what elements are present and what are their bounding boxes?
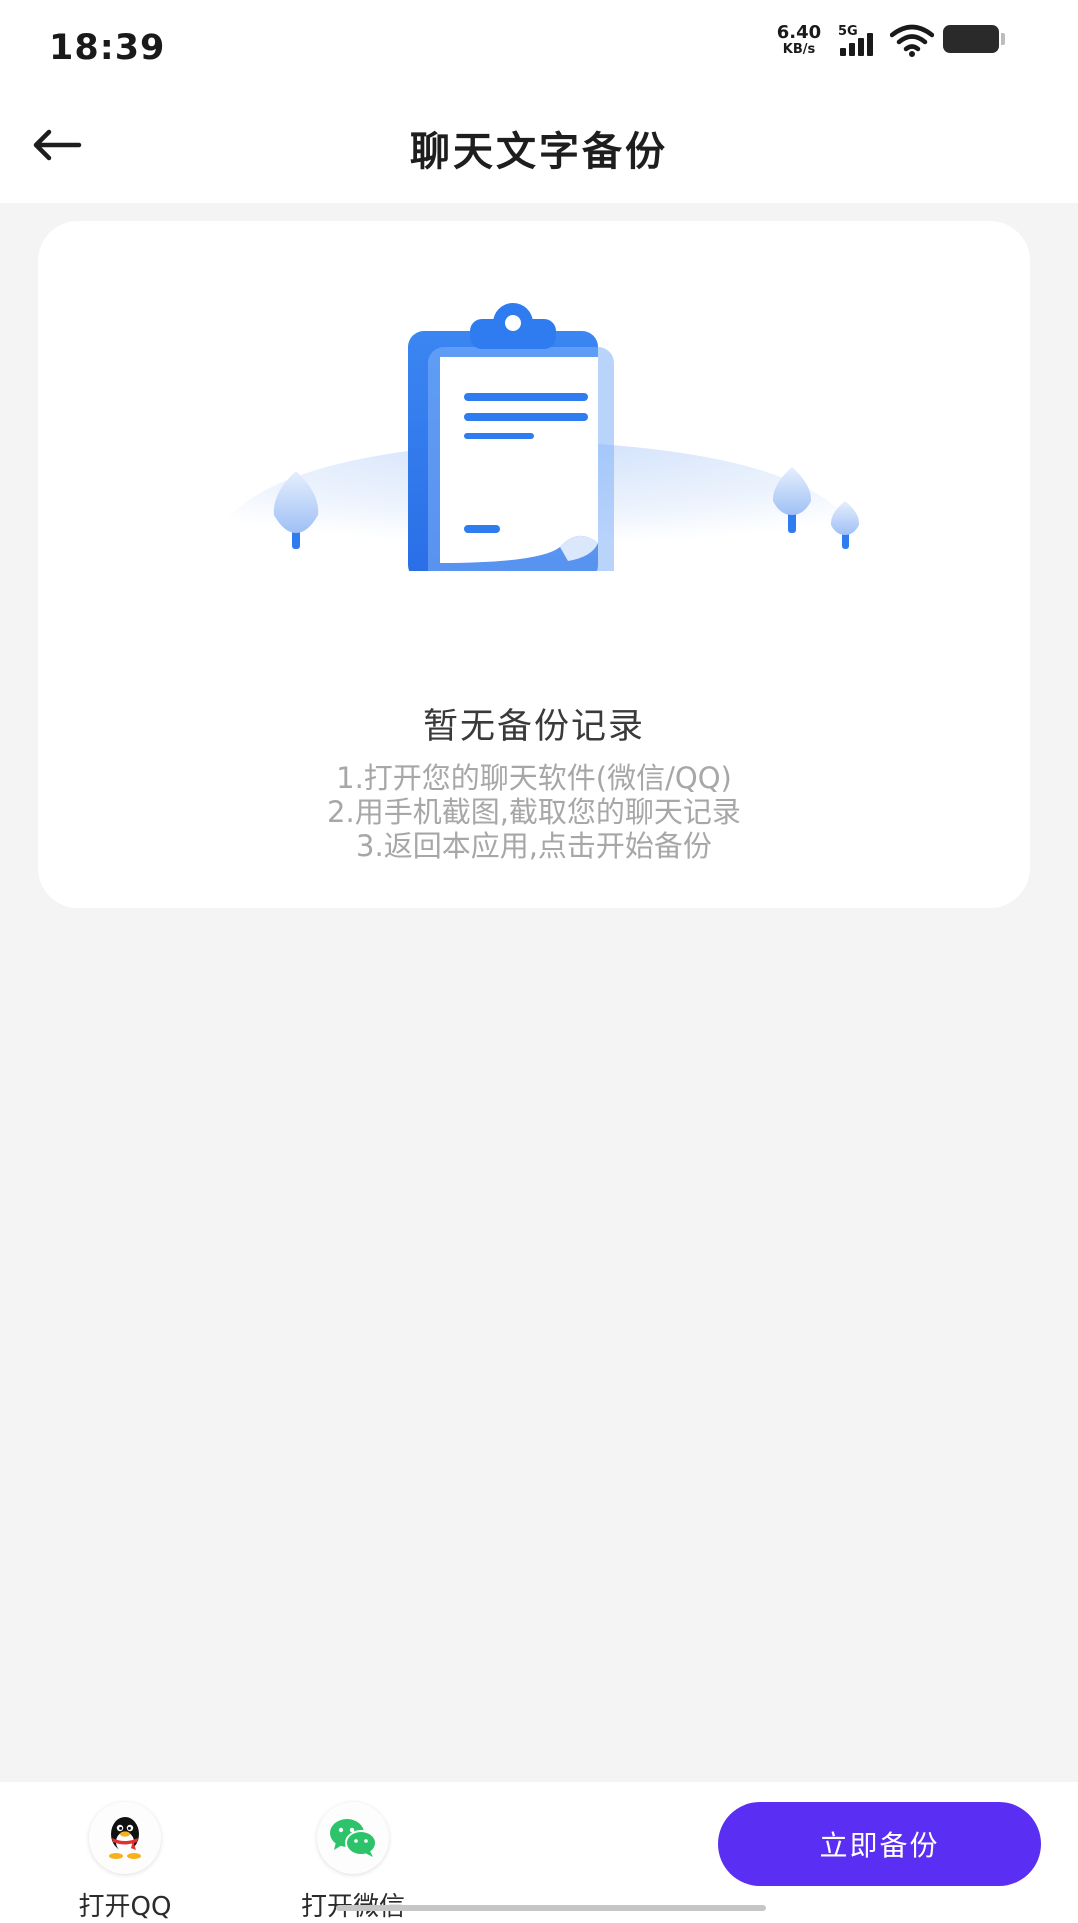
content-area: 暂无备份记录 1.打开您的聊天软件(微信/QQ) 2.用手机截图,截取您的聊天记…	[0, 203, 1078, 1782]
empty-state-title: 暂无备份记录	[422, 707, 645, 747]
empty-state-card: 暂无备份记录 1.打开您的聊天软件(微信/QQ) 2.用手机截图,截取您的聊天记…	[38, 221, 1030, 908]
instruction-step-1: 1.打开您的聊天软件(微信/QQ)	[336, 761, 732, 795]
open-qq-label: 打开QQ	[78, 1892, 172, 1922]
instruction-step-3: 3.返回本应用,点击开始备份	[356, 829, 712, 863]
wifi-icon	[890, 24, 934, 57]
network-type-label: 5G	[838, 24, 858, 39]
wechat-icon	[317, 1802, 389, 1874]
nav-header: 聊天文字备份	[0, 95, 1078, 203]
battery-icon	[943, 25, 1005, 53]
instruction-step-2: 2.用手机截图,截取您的聊天记录	[327, 795, 741, 829]
clipboard-icon	[208, 303, 868, 571]
page-title: 聊天文字备份	[410, 129, 668, 175]
cellular-signal-icon: 5G	[838, 24, 882, 58]
open-qq-button[interactable]: 打开QQ	[40, 1802, 210, 1922]
status-time: 18:39	[49, 28, 166, 68]
bottom-action-bar: 打开QQ 打开微信 立即备份	[0, 1782, 1078, 1922]
status-bar: 18:39 6.40 KB/s 5G	[0, 0, 1078, 95]
backup-now-button[interactable]: 立即备份	[718, 1802, 1041, 1886]
qq-icon	[89, 1802, 161, 1874]
instruction-steps: 1.打开您的聊天软件(微信/QQ) 2.用手机截图,截取您的聊天记录 3.返回本…	[38, 761, 1030, 863]
network-speed-value: 6.40	[776, 22, 822, 43]
open-wechat-button[interactable]: 打开微信	[268, 1802, 438, 1922]
home-indicator[interactable]	[336, 1905, 766, 1911]
network-speed-unit: KB/s	[782, 42, 816, 57]
network-speed: 6.40 KB/s	[774, 22, 824, 57]
